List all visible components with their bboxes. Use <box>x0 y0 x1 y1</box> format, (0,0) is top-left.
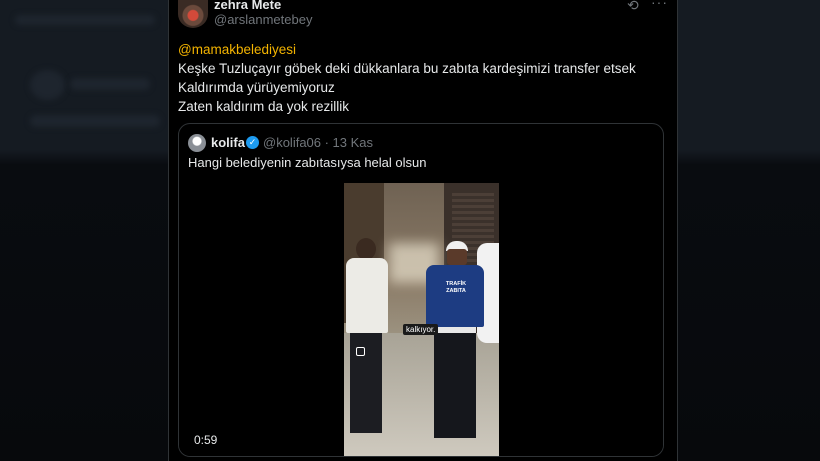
video-duration: 0:59 <box>194 433 218 447</box>
verified-icon: ✓ <box>246 136 259 149</box>
quote-handle-date: @kolifa06 · 13 Kas <box>263 135 374 150</box>
tweet-card[interactable]: zehra Mete @arslanmetebey ⟲ ··· @mamakbe… <box>168 0 678 461</box>
tweet-text: @mamakbelediyesi Keşke Tuzluçayır göbek … <box>178 40 658 116</box>
background-left <box>0 0 168 461</box>
quoted-tweet[interactable]: kolifa ✓ @kolifa06 · 13 Kas Hangi beledi… <box>178 123 664 457</box>
avatar[interactable] <box>178 0 208 28</box>
officer-patch: TRAFİK ZABITA <box>445 281 467 294</box>
mention-link[interactable]: @mamakbelediyesi <box>178 40 658 59</box>
author-name[interactable]: zehra Mete <box>214 0 281 12</box>
instagram-icon <box>356 347 365 356</box>
blurred-avatar <box>30 70 65 100</box>
tweet-line: Kaldırımda yürüyemiyoruz <box>178 80 335 95</box>
more-icon[interactable]: ··· <box>651 0 668 10</box>
video-frame[interactable]: TRAFİK ZABITA kalkıyor. <box>344 183 499 456</box>
blurred-text <box>30 115 160 127</box>
quote-text: Hangi belediyenin zabıtasıysa helal olsu… <box>188 155 427 170</box>
video-caption: kalkıyor. <box>403 324 439 335</box>
blurred-text <box>70 78 150 90</box>
author-handle[interactable]: @arslanmetebey <box>214 12 312 27</box>
video-person <box>346 238 388 438</box>
blurred-text <box>15 15 155 25</box>
video-officer: TRAFİK ZABITA <box>426 241 484 451</box>
quote-author-name[interactable]: kolifa <box>211 135 245 150</box>
quote-avatar[interactable] <box>188 134 206 152</box>
tweet-line: Zaten kaldırım da yok rezillik <box>178 99 350 114</box>
tweet-line: Keşke Tuzluçayır göbek deki dükkanlara b… <box>178 61 636 76</box>
background-right <box>678 0 820 461</box>
video-player[interactable]: TRAFİK ZABITA kalkıyor. 0:59 <box>179 183 663 456</box>
grok-icon[interactable]: ⟲ <box>627 0 639 14</box>
